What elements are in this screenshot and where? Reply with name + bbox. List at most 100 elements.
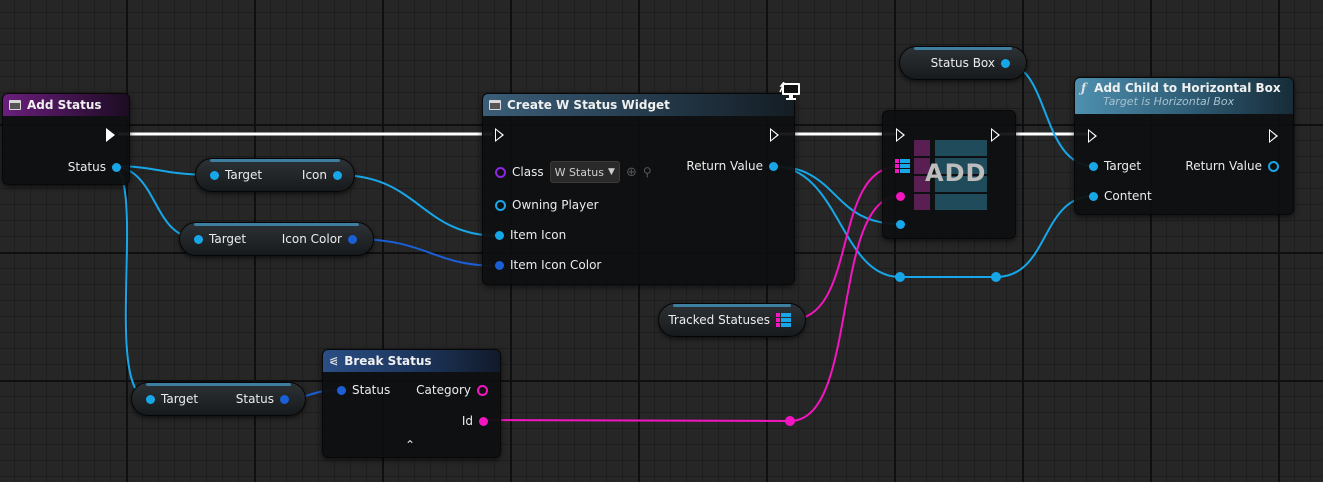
status-in-pin[interactable]: Status xyxy=(337,383,390,397)
pin-label: Target xyxy=(1104,159,1142,173)
pin-ring-icon xyxy=(495,199,506,211)
return-value-pin[interactable]: Return Value xyxy=(1185,159,1279,173)
status-out-pin[interactable]: Status xyxy=(236,392,289,406)
exec-out-pin[interactable] xyxy=(991,128,1000,145)
create-widget-node[interactable]: Create W Status Widget Class W Status ▼ … xyxy=(482,93,795,285)
new-item-pin[interactable] xyxy=(896,192,905,201)
add-status-node[interactable]: Add Status Status xyxy=(2,93,130,185)
tracked-statuses-out-pin[interactable]: Tracked Statuses xyxy=(668,313,791,327)
array-add-node[interactable]: ADD xyxy=(882,110,1016,239)
exec-arrow-icon xyxy=(1269,129,1278,143)
node-header[interactable]: Create W Status Widget xyxy=(483,94,794,116)
chevron-down-icon: ▼ xyxy=(608,167,615,177)
return-value-pin[interactable]: Return Value xyxy=(686,159,778,173)
break-status-node[interactable]: ⪗ Break Status Status Category Id ⌃ xyxy=(322,349,501,458)
reroute-knot[interactable] xyxy=(895,272,905,282)
add-label: ADD xyxy=(925,159,987,187)
pin-label: Target xyxy=(209,232,247,246)
pin-label: Icon xyxy=(301,168,327,182)
node-subtitle: Target is Horizontal Box xyxy=(1103,95,1235,108)
pin-dot-icon xyxy=(495,260,504,270)
var-accent xyxy=(914,47,1012,50)
status-box-node[interactable]: Status Box xyxy=(899,46,1027,80)
exec-out-pin[interactable] xyxy=(770,128,779,145)
search-icon[interactable]: ⚲ xyxy=(643,165,652,179)
pin-label: Id xyxy=(461,414,473,428)
monitor-icon xyxy=(779,81,803,100)
get-icon-node[interactable]: Target Icon xyxy=(195,158,355,192)
item-icon-color-pin[interactable]: Item Icon Color xyxy=(495,258,601,272)
exec-arrow-icon xyxy=(1088,129,1097,143)
pin-dot-icon xyxy=(769,161,778,171)
exec-arrow-icon xyxy=(770,128,779,142)
node-title: Add Status xyxy=(27,98,102,112)
data-wire xyxy=(479,419,791,422)
owning-player-pin[interactable]: Owning Player xyxy=(495,198,599,212)
class-select-value: W Status xyxy=(554,165,605,179)
exec-in-pin[interactable] xyxy=(896,128,905,145)
node-title: Create W Status Widget xyxy=(507,98,670,112)
tracked-statuses-node[interactable]: Tracked Statuses xyxy=(658,303,806,337)
var-accent xyxy=(210,159,340,162)
browse-icon[interactable]: ⊕ xyxy=(626,165,637,180)
pin-dot-icon xyxy=(495,230,504,240)
exec-arrow-icon xyxy=(495,128,504,142)
id-out-pin[interactable]: Id xyxy=(462,414,488,428)
pin-dot-icon xyxy=(1089,161,1098,171)
exec-arrow-icon xyxy=(896,128,905,142)
pin-label: Status xyxy=(352,383,391,397)
node-title: Break Status xyxy=(344,354,432,368)
node-header[interactable]: ⪗ Break Status xyxy=(323,350,500,372)
pin-dot-icon xyxy=(896,220,905,229)
pin-label: Status xyxy=(235,392,274,406)
status-out-pin[interactable]: Status xyxy=(68,160,121,174)
target-in-pin[interactable]: Target xyxy=(146,392,198,406)
content-pin[interactable]: Content xyxy=(1089,189,1152,203)
var-accent xyxy=(194,223,359,226)
collapse-chevron-icon[interactable]: ⌃ xyxy=(405,438,415,452)
class-pin[interactable]: Class W Status ▼ ⊕ ⚲ xyxy=(495,161,652,183)
exec-in-pin[interactable] xyxy=(1088,129,1097,146)
item-icon-pin[interactable]: Item Icon xyxy=(495,228,566,242)
reroute-knot[interactable] xyxy=(991,272,1001,282)
pin-label: Target xyxy=(161,392,199,406)
target-pin[interactable]: Target xyxy=(1089,159,1141,173)
pin-label: Return Value xyxy=(1185,159,1262,173)
pin-label: Status Box xyxy=(930,56,995,70)
var-accent xyxy=(673,304,791,307)
pin-dot-icon xyxy=(479,416,488,426)
exec-out-pin[interactable] xyxy=(1269,129,1278,146)
pin-label: Owning Player xyxy=(512,198,599,212)
pin-ring-icon xyxy=(1268,160,1279,172)
node-header[interactable]: ƒ Add Child to Horizontal Box Target is … xyxy=(1075,78,1293,114)
exec-out-pin[interactable] xyxy=(106,128,115,145)
break-struct-icon: ⪗ xyxy=(329,354,339,368)
icon-out-pin[interactable]: Icon xyxy=(302,168,342,182)
pin-dot-icon xyxy=(210,170,219,180)
icon-color-out-pin[interactable]: Icon Color xyxy=(282,232,357,246)
pin-label: Class xyxy=(512,165,544,179)
category-out-pin[interactable]: Category xyxy=(416,383,488,397)
status-box-out-pin[interactable]: Status Box xyxy=(931,56,1010,70)
add-child-node[interactable]: ƒ Add Child to Horizontal Box Target is … xyxy=(1074,77,1294,215)
array-icon xyxy=(895,159,910,173)
exec-arrow-icon xyxy=(106,128,115,142)
get-icon-color-node[interactable]: Target Icon Color xyxy=(179,222,374,256)
data-wire xyxy=(351,238,501,267)
item-pin[interactable] xyxy=(896,220,905,229)
pin-dot-icon xyxy=(194,234,203,244)
pin-dot-icon xyxy=(112,162,121,172)
class-select[interactable]: W Status ▼ xyxy=(549,161,620,183)
reroute-knot[interactable] xyxy=(785,416,795,426)
pin-label: Item Icon Color xyxy=(510,258,602,272)
target-in-pin[interactable]: Target xyxy=(210,168,262,182)
function-icon: ƒ xyxy=(1081,81,1087,95)
node-header[interactable]: Add Status xyxy=(3,94,129,116)
exec-in-pin[interactable] xyxy=(495,128,504,145)
target-array-pin[interactable] xyxy=(895,159,910,173)
get-status-node[interactable]: Target Status xyxy=(131,382,306,416)
pin-ring-icon xyxy=(495,166,506,178)
pin-label: Category xyxy=(416,383,471,397)
target-in-pin[interactable]: Target xyxy=(194,232,246,246)
pin-label: Target xyxy=(225,168,263,182)
